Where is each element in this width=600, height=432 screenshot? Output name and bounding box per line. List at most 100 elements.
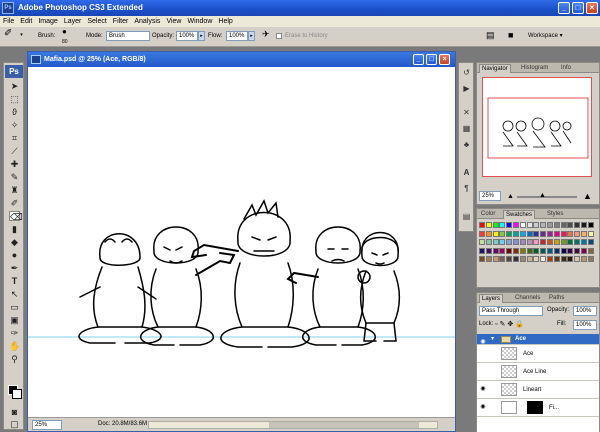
color-swatch[interactable] (553, 247, 560, 254)
slice-tool-icon[interactable]: ⟋ (9, 146, 20, 156)
healing-brush-tool-icon[interactable]: ✚ (9, 159, 20, 169)
scrollbar-thumb[interactable] (269, 422, 419, 428)
color-swatch[interactable] (540, 247, 547, 254)
flow-slider-arrow[interactable]: ▸ (248, 31, 255, 41)
color-swatch[interactable] (540, 256, 547, 262)
eyedropper-tool-icon[interactable]: ✑ (9, 328, 20, 338)
eye-icon[interactable]: ◉ (479, 403, 487, 412)
zoom-in-icon[interactable]: ▲ (583, 191, 592, 201)
tab-swatches[interactable]: Swatches (503, 210, 536, 219)
menu-window[interactable]: Window (184, 16, 215, 27)
color-swatch[interactable] (479, 222, 485, 228)
color-swatch[interactable] (513, 256, 519, 262)
color-swatch[interactable] (574, 239, 581, 245)
layer-group-row[interactable]: ◉ ▾ Ace (477, 334, 599, 345)
color-swatch[interactable] (479, 247, 485, 254)
navigator-zoom-slider[interactable] (517, 196, 577, 198)
gradient-tool-icon[interactable]: ▮ (9, 224, 20, 234)
color-swatch[interactable] (492, 230, 499, 237)
tab-color[interactable]: Color (479, 210, 497, 219)
color-swatch[interactable] (485, 256, 492, 262)
doc-size-info[interactable]: Doc: 20.8M/83.6M (98, 418, 147, 431)
blend-mode-select[interactable]: Pass Through (479, 306, 543, 316)
zoom-tool-icon[interactable]: ⚲ (9, 354, 20, 364)
menu-select[interactable]: Select (84, 16, 109, 27)
history-brush-tool-icon[interactable]: ✐ (9, 198, 20, 208)
bridge-icon[interactable]: ■ (508, 31, 513, 40)
color-swatch[interactable] (567, 239, 574, 245)
type-tool-icon[interactable]: T (9, 276, 20, 286)
workspace-button[interactable]: Workspace ▾ (528, 32, 563, 40)
color-swatch[interactable] (553, 239, 560, 245)
color-swatch[interactable] (526, 239, 533, 245)
tab-paths[interactable]: Paths (547, 294, 566, 303)
color-swatch[interactable] (479, 230, 485, 237)
color-swatch[interactable] (560, 230, 567, 237)
eye-icon[interactable] (479, 367, 487, 376)
mode-select[interactable]: Brush (106, 31, 150, 41)
color-swatch[interactable] (506, 247, 513, 254)
airbrush-icon[interactable]: ✈ (262, 30, 270, 39)
layers-opacity-field[interactable]: 100% (573, 306, 597, 316)
color-swatch[interactable] (540, 239, 547, 245)
color-swatch[interactable] (519, 239, 526, 245)
maximize-button[interactable]: □ (572, 2, 584, 14)
color-swatch[interactable] (506, 239, 513, 245)
eye-icon[interactable]: ◉ (479, 385, 487, 394)
minimize-button[interactable]: _ (558, 2, 570, 14)
tool-presets-icon[interactable]: ✕ (461, 107, 472, 118)
color-swatch[interactable] (587, 256, 594, 262)
navigator-thumbnail[interactable] (482, 77, 592, 177)
color-swatch[interactable] (560, 239, 567, 245)
color-swatch[interactable] (567, 256, 574, 262)
blur-tool-icon[interactable]: ◆ (9, 237, 20, 247)
character-panel-icon[interactable]: A (461, 167, 472, 178)
color-swatch[interactable] (574, 256, 581, 262)
color-swatch[interactable] (485, 230, 492, 237)
menu-help[interactable]: Help (215, 16, 235, 27)
color-swatch[interactable] (553, 256, 560, 262)
quick-mask-icon[interactable]: ◙ (9, 407, 20, 417)
notes-tool-icon[interactable]: ▣ (9, 315, 20, 325)
color-swatch[interactable] (560, 247, 567, 254)
color-swatch[interactable] (506, 222, 513, 228)
lock-icons[interactable]: ▫✎✥🔒 (495, 320, 526, 328)
doc-close-button[interactable]: × (439, 54, 450, 65)
menu-image[interactable]: Image (35, 16, 60, 27)
color-swatch[interactable] (540, 230, 547, 237)
menu-edit[interactable]: Edit (17, 16, 35, 27)
crop-tool-icon[interactable]: ⌗ (9, 133, 20, 143)
color-swatch[interactable] (499, 247, 506, 254)
color-swatch[interactable] (513, 230, 519, 237)
color-swatch[interactable] (581, 239, 587, 245)
color-swatch[interactable] (587, 239, 594, 245)
tab-navigator[interactable]: Navigator (479, 64, 511, 73)
color-swatch[interactable] (547, 256, 553, 262)
horizontal-scrollbar[interactable] (148, 421, 438, 429)
layer-row[interactable]: ◉ Fi... (477, 399, 599, 417)
color-swatch[interactable] (506, 256, 513, 262)
lasso-tool-icon[interactable]: ϑ (9, 107, 20, 117)
eraser-tool-icon[interactable]: ⌫ (9, 211, 23, 222)
color-swatch[interactable] (581, 256, 587, 262)
shape-tool-icon[interactable]: ▭ (9, 302, 20, 312)
color-swatch[interactable] (485, 239, 492, 245)
layer-row[interactable]: ◉ Lineart (477, 381, 599, 399)
eye-icon[interactable] (479, 349, 487, 358)
actions-panel-icon[interactable]: ▶ (461, 83, 472, 94)
menu-filter[interactable]: Filter (110, 16, 132, 27)
color-swatch[interactable] (547, 230, 553, 237)
hand-tool-icon[interactable]: ✋ (9, 341, 20, 351)
opacity-field[interactable]: 100% (176, 31, 198, 41)
color-swatch[interactable] (485, 222, 492, 228)
color-swatch[interactable] (547, 222, 553, 228)
tab-histogram[interactable]: Histogram (519, 64, 550, 73)
color-swatch[interactable] (479, 256, 485, 262)
color-swatch[interactable] (574, 230, 581, 237)
color-swatch[interactable] (513, 247, 519, 254)
paragraph-panel-icon[interactable]: ¶ (461, 183, 472, 194)
flow-field[interactable]: 100% (226, 31, 248, 41)
tab-channels[interactable]: Channels (513, 294, 542, 303)
color-swatch[interactable] (587, 222, 594, 228)
menu-view[interactable]: View (163, 16, 184, 27)
